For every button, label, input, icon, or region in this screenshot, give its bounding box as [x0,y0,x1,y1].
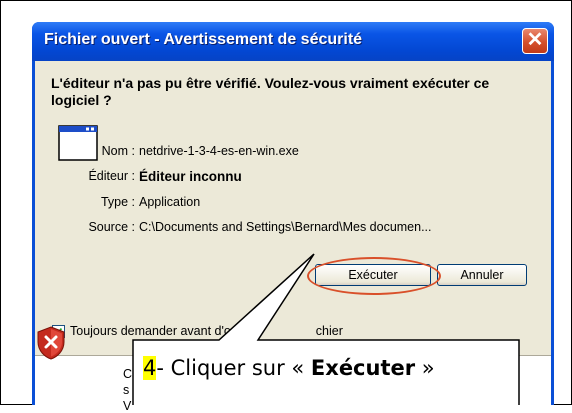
close-icon: ✕ [526,29,544,51]
callout-instruction: 4- Cliquer sur « Exécuter » [143,356,435,380]
step-number: 4 [143,356,157,380]
publisher-label: Éditeur : [88,169,135,183]
always-ask-label-end: chier [315,324,343,338]
close-button[interactable]: ✕ [522,28,548,54]
always-ask-label-start: Toujours demander avant d'ou [70,324,238,338]
title-bar[interactable]: Fichier ouvert - Avertissement de sécuri… [32,22,554,61]
name-value: netdrive-1-3-4-es-en-win.exe [139,144,299,158]
window-title: Fichier ouvert - Avertissement de sécuri… [44,31,363,48]
source-label: Source : [88,220,135,234]
bottom-fragment-3: V [123,399,132,413]
callout-text-post: » [415,356,435,380]
type-value: Application [139,195,201,209]
publisher-value: Éditeur inconnu [139,169,242,184]
callout-text-pre: - Cliquer sur « [156,356,311,380]
bottom-fragment-1: C [123,367,133,381]
callout-text-bold: Exécuter [310,356,416,380]
name-label: Nom : [101,144,135,158]
bottom-fragment-2: s [123,383,130,397]
cancel-button[interactable]: Annuler [437,264,527,286]
warning-headline: L'éditeur n'a pas pu être vérifié. Voule… [51,75,490,108]
dialog-body: L'éditeur n'a pas pu être vérifié. Voule… [35,61,551,413]
source-value: C:\Documents and Settings\Bernard\Mes do… [139,220,432,234]
always-ask-label: Toujours demander avant d'ou chier [70,324,343,338]
run-button-highlight [307,257,441,295]
type-label: Type : [100,195,135,209]
shield-warning-icon [37,326,65,360]
security-warning-dialog: Fichier ouvert - Avertissement de sécuri… [32,22,554,413]
